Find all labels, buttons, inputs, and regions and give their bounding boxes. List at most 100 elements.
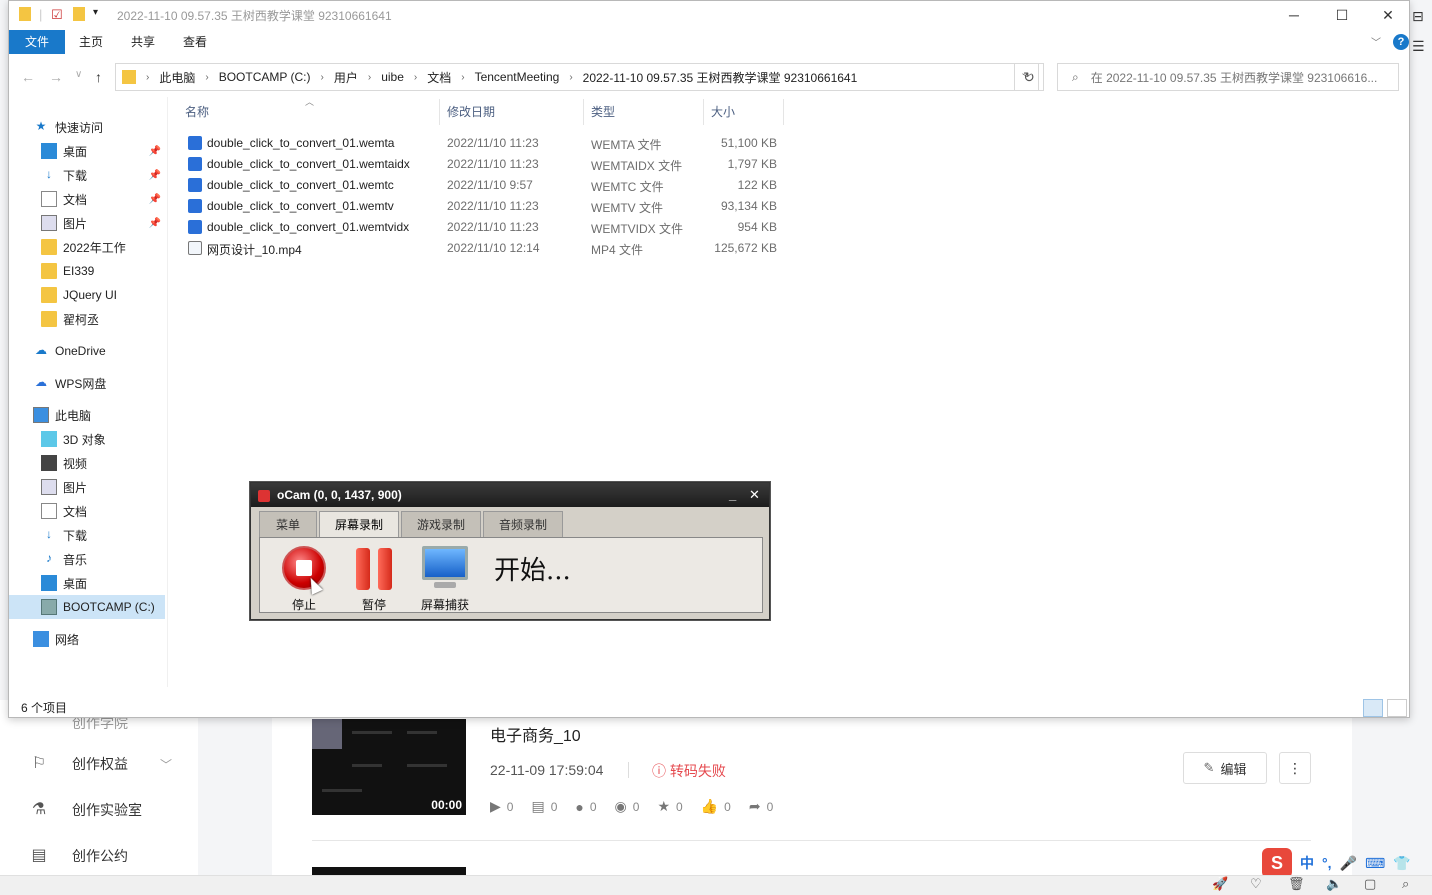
minimize-button[interactable]: ─ <box>1271 3 1317 27</box>
nav-desktop[interactable]: 桌面 📌 <box>9 139 165 163</box>
refresh-button[interactable]: ↻ <box>1014 63 1044 91</box>
expand-ribbon-icon[interactable]: ﹀ <box>1371 34 1381 49</box>
ime-punct[interactable]: °, <box>1322 855 1332 871</box>
stop-button[interactable]: 停止 <box>274 546 334 614</box>
column-separator[interactable] <box>703 99 704 125</box>
up-button[interactable]: ↑ <box>95 69 102 85</box>
chevron-down-icon: ﹀ <box>160 757 173 772</box>
rocket-icon[interactable]: 🚀 <box>1212 876 1228 892</box>
details-view-button[interactable] <box>1363 699 1383 717</box>
tab-view[interactable]: 查看 <box>175 30 215 54</box>
tab-share[interactable]: 共享 <box>123 30 163 54</box>
trash-icon[interactable]: 🗑 <box>1288 876 1305 892</box>
help-icon[interactable]: ? <box>1393 34 1409 50</box>
nav-folder-ei339[interactable]: EI339 <box>9 259 165 283</box>
nav-music[interactable]: ♪ 音乐 <box>9 547 165 571</box>
breadcrumb-item[interactable]: 此电脑 <box>159 69 195 86</box>
column-header-size[interactable]: 大小 <box>711 103 735 120</box>
nav-videos[interactable]: 视频 <box>9 451 165 475</box>
edit-button[interactable]: ✎ 编辑 <box>1183 752 1267 784</box>
nav-creator-convention[interactable]: ▤ 创作公约 <box>30 846 128 866</box>
nav-3d-objects[interactable]: 3D 对象 <box>9 427 165 451</box>
stat-comments: ● 0 <box>575 798 597 815</box>
menu-icon[interactable]: ☰ <box>1412 38 1425 55</box>
nav-onedrive[interactable]: ☁ OneDrive <box>9 339 165 363</box>
nav-folder-2022[interactable]: 2022年工作 <box>9 235 165 259</box>
shirt-icon[interactable]: 👕 <box>1393 855 1410 872</box>
column-separator[interactable] <box>583 99 584 125</box>
tab-menu[interactable]: 菜单 <box>259 511 317 537</box>
nav-quick-access[interactable]: ★ 快速访问 <box>9 115 165 139</box>
column-separator[interactable] <box>783 99 784 125</box>
column-header-name[interactable]: 名称 <box>185 103 209 120</box>
search-input[interactable]: ⌕ 在 2022-11-10 09.57.35 王树西教学课堂 92310661… <box>1057 63 1399 91</box>
nav-documents[interactable]: 文档 📌 <box>9 187 165 211</box>
window-icon[interactable]: ▢ <box>1364 876 1376 892</box>
breadcrumb-item[interactable]: BOOTCAMP (C:) <box>219 70 311 84</box>
comment-icon: ● <box>575 798 584 815</box>
file-row[interactable]: double_click_to_convert_01.wemtaidx 2022… <box>185 154 785 175</box>
nav-creator-rights[interactable]: ⚐ 创作权益 ﹀ <box>30 754 172 774</box>
nav-wps[interactable]: ☁ WPS网盘 <box>9 371 165 395</box>
heart-icon[interactable]: ♡ <box>1250 876 1262 892</box>
sogou-icon[interactable]: S <box>1262 848 1292 878</box>
more-button[interactable]: ⋮ <box>1279 752 1311 784</box>
tab-home[interactable]: 主页 <box>71 30 111 54</box>
nav-this-pc[interactable]: 此电脑 <box>9 403 165 427</box>
search-icon[interactable]: ⌕ <box>1402 876 1409 892</box>
pause-button[interactable]: 暂停 <box>344 546 404 614</box>
ime-lang[interactable]: 中 <box>1300 853 1314 873</box>
nav-desktop-pc[interactable]: 桌面 <box>9 571 165 595</box>
minimize-button[interactable]: _ <box>729 483 736 507</box>
video-title[interactable]: 电子商务_10 <box>490 722 581 746</box>
breadcrumb-item[interactable]: uibe <box>381 70 404 84</box>
file-row[interactable]: double_click_to_convert_01.wemtvidx 2022… <box>185 217 785 238</box>
back-button[interactable]: ← <box>21 69 35 85</box>
breadcrumb-item[interactable]: 2022-11-10 09.57.35 王树西教学课堂 92310661641 <box>583 69 858 86</box>
nav-documents-pc[interactable]: 文档 <box>9 499 165 523</box>
column-separator[interactable] <box>439 99 440 125</box>
microphone-icon[interactable]: 🎤 <box>1340 855 1357 872</box>
breadcrumb-item[interactable]: 文档 <box>427 69 451 86</box>
recent-locations-icon[interactable]: ∨ <box>75 69 82 80</box>
close-button[interactable]: ✕ <box>749 483 760 507</box>
volume-icon[interactable]: 🔈 <box>1326 876 1342 892</box>
new-folder-icon[interactable] <box>73 7 85 21</box>
file-name: double_click_to_convert_01.wemtaidx <box>207 157 410 171</box>
file-row[interactable]: double_click_to_convert_01.wemtc 2022/11… <box>185 175 785 196</box>
keyboard-icon[interactable]: ⌨ <box>1365 855 1385 872</box>
tab-game-record[interactable]: 游戏录制 <box>401 511 481 537</box>
file-row[interactable]: double_click_to_convert_01.wemtv 2022/11… <box>185 196 785 217</box>
tab-file[interactable]: 文件 <box>9 30 65 54</box>
nav-bootcamp-drive[interactable]: BOOTCAMP (C:) <box>9 595 165 619</box>
ime-toolbar[interactable]: S 中 °, 🎤 ⌨ 👕 <box>1262 848 1411 878</box>
large-icons-view-button[interactable] <box>1387 699 1407 717</box>
video-thumbnail[interactable]: 00:00 <box>312 719 466 815</box>
properties-icon[interactable]: ☑ <box>51 7 63 23</box>
nav-pictures[interactable]: 图片 📌 <box>9 211 165 235</box>
nav-creator-lab[interactable]: ⚗ 创作实验室 <box>30 800 142 820</box>
screen-capture-button[interactable]: 屏幕捕获 <box>416 546 474 614</box>
nav-folder-jquery[interactable]: JQuery UI <box>9 283 165 307</box>
nav-downloads[interactable]: ↓ 下载 📌 <box>9 163 165 187</box>
file-name: 网页设计_10.mp4 <box>207 243 302 257</box>
nav-pictures-pc[interactable]: 图片 <box>9 475 165 499</box>
address-bar[interactable]: › 此电脑 › BOOTCAMP (C:) › 用户 › uibe › 文档 ›… <box>115 63 1039 91</box>
column-header-type[interactable]: 类型 <box>591 103 615 120</box>
tab-audio-record[interactable]: 音频录制 <box>483 511 563 537</box>
breadcrumb-item[interactable]: 用户 <box>334 69 358 86</box>
forward-button[interactable]: → <box>49 69 63 85</box>
window-control-icon[interactable]: ⊟ <box>1412 8 1424 25</box>
next-video-thumbnail[interactable] <box>312 867 466 875</box>
customize-toolbar-icon[interactable]: ▾ <box>93 7 98 18</box>
maximize-button[interactable]: ☐ <box>1319 3 1365 27</box>
nav-network[interactable]: 网络 <box>9 627 165 651</box>
nav-folder-person[interactable]: 翟柯丞 <box>9 307 165 331</box>
column-header-date[interactable]: 修改日期 <box>447 103 495 120</box>
close-button[interactable]: ✕ <box>1365 3 1411 27</box>
tab-screen-record[interactable]: 屏幕录制 <box>319 511 399 538</box>
file-row[interactable]: 网页设计_10.mp4 2022/11/10 12:14 MP4 文件 125,… <box>185 238 785 259</box>
nav-downloads-pc[interactable]: ↓ 下载 <box>9 523 165 547</box>
file-row[interactable]: double_click_to_convert_01.wemta 2022/11… <box>185 133 785 154</box>
breadcrumb-item[interactable]: TencentMeeting <box>475 70 560 84</box>
